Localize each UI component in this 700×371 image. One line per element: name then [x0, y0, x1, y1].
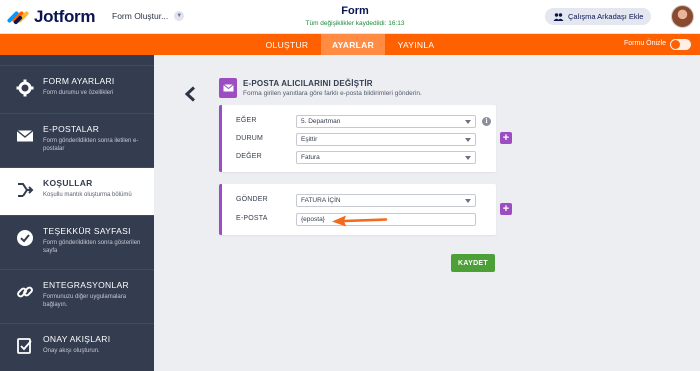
logo-text: Jotform — [34, 7, 96, 26]
card-title: E-POSTA ALICILARINI DEĞİŞTİR — [243, 79, 373, 88]
email-label: E-POSTA — [236, 215, 268, 222]
approval-icon — [17, 338, 32, 354]
add-action-button[interactable]: + — [500, 203, 512, 215]
add-condition-button[interactable]: + — [500, 132, 512, 144]
people-icon — [553, 12, 564, 21]
value-label: DEĞER — [236, 153, 262, 160]
send-select[interactable]: FATURA İÇİN — [296, 194, 476, 207]
add-colleague-label: Çalışma Arkadaşı Ekle — [568, 12, 644, 21]
form-selector-dropdown[interactable]: Form Oluştur... ▼ — [112, 11, 185, 21]
sidebar-item-title: FORM AYARLARI — [43, 76, 115, 86]
tab-yayinla[interactable]: YAYINLA — [390, 34, 442, 55]
form-selector-label: Form Oluştur... — [112, 11, 169, 21]
link-icon — [17, 286, 33, 298]
sidebar-item-conditions[interactable]: KOŞULLAR Koşullu mantık oluşturma bölümü — [0, 167, 154, 215]
caret-down-icon — [465, 120, 471, 124]
sidebar-item-desc: Formunuzu diğer uygulamalara bağlayın. — [43, 294, 127, 309]
tab-olustur[interactable]: OLUŞTUR — [258, 34, 316, 55]
main-nav: OLUŞTUR AYARLAR YAYINLA Formu Önizle — [0, 34, 700, 55]
condition-panel: EĞER 5. Departman i DURUM Eşittir DEĞER … — [219, 105, 496, 172]
back-arrow-icon[interactable] — [184, 86, 196, 102]
sidebar-item-title: ONAY AKIŞLARI — [43, 334, 111, 344]
sidebar-item-title: ENTEGRASYONLAR — [43, 280, 129, 290]
email-value: {eposta} — [301, 216, 325, 223]
send-value: FATURA İÇİN — [301, 197, 341, 204]
form-title[interactable]: Form — [250, 5, 460, 17]
preview-toggle-label: Formu Önizle — [624, 40, 667, 47]
form-title-area: Form Tüm değişiklikler kaydedildi: 16:13 — [250, 5, 460, 27]
value-select[interactable]: Fatura — [296, 151, 476, 164]
jotform-logo[interactable]: Jotform — [6, 7, 96, 27]
tab-ayarlar[interactable]: AYARLAR — [321, 34, 385, 55]
chevron-down-icon: ▼ — [174, 11, 185, 21]
sidebar-item-desc: Form durumu ve özellikleri — [43, 90, 114, 96]
caret-down-icon — [465, 199, 471, 203]
top-header: Jotform Form Oluştur... ▼ Form Tüm değiş… — [0, 0, 700, 34]
sidebar-item-desc: Form gönderildikten sonra iletilen e-pos… — [43, 138, 139, 153]
sidebar-item-title: KOŞULLAR — [43, 178, 93, 188]
sidebar-item-title: E-POSTALAR — [43, 124, 100, 134]
envelope-icon — [219, 78, 237, 98]
caret-down-icon — [465, 156, 471, 160]
value-value: Fatura — [301, 154, 320, 161]
state-select[interactable]: Eşittir — [296, 133, 476, 146]
state-value: Eşittir — [301, 136, 318, 143]
info-icon[interactable]: i — [482, 117, 491, 126]
sidebar-item-approvals[interactable]: ONAY AKIŞLARI Onay akışı oluşturun. — [0, 323, 154, 371]
gear-icon — [16, 79, 34, 97]
save-button[interactable]: KAYDET — [451, 254, 495, 272]
preview-toggle[interactable] — [670, 39, 691, 50]
card-header: E-POSTA ALICILARINI DEĞİŞTİR Forma giril… — [219, 78, 509, 100]
sidebar-item-desc: Onay akışı oluşturun. — [43, 348, 100, 354]
if-field-select[interactable]: 5. Departman — [296, 115, 476, 128]
sidebar-item-desc: Form gönderildikten sonra gösterilen say… — [43, 240, 141, 255]
sidebar-item-form-settings[interactable]: FORM AYARLARI Form durumu ve özellikleri — [0, 65, 154, 113]
sidebar-item-title: TEŞEKKÜR SAYFASI — [43, 226, 131, 236]
caret-down-icon — [465, 138, 471, 142]
annotation-arrow-icon — [332, 215, 388, 227]
if-label: EĞER — [236, 117, 257, 124]
sidebar-item-emails[interactable]: E-POSTALAR Form gönderildikten sonra ile… — [0, 113, 154, 167]
save-status: Tüm değişiklikler kaydedildi: 16:13 — [305, 20, 405, 27]
state-label: DURUM — [236, 135, 264, 142]
if-field-value: 5. Departman — [301, 118, 341, 125]
send-label: GÖNDER — [236, 196, 268, 203]
sidebar-item-desc: Koşullu mantık oluşturma bölümü — [43, 192, 132, 198]
check-circle-icon — [17, 230, 33, 246]
sidebar-item-thankyou[interactable]: TEŞEKKÜR SAYFASI Form gönderildikten son… — [0, 215, 154, 269]
conditions-icon — [18, 183, 34, 197]
settings-sidebar: FORM AYARLARI Form durumu ve özellikleri… — [0, 55, 154, 371]
avatar[interactable] — [671, 5, 694, 28]
card-description: Forma girilen yanıtlara göre farklı e-po… — [243, 90, 422, 97]
sidebar-item-integrations[interactable]: ENTEGRASYONLAR Formunuzu diğer uygulamal… — [0, 269, 154, 323]
envelope-icon — [16, 129, 34, 142]
add-colleague-button[interactable]: Çalışma Arkadaşı Ekle — [545, 8, 652, 25]
jotform-logo-icon — [6, 7, 30, 27]
toggle-knob — [671, 40, 680, 49]
